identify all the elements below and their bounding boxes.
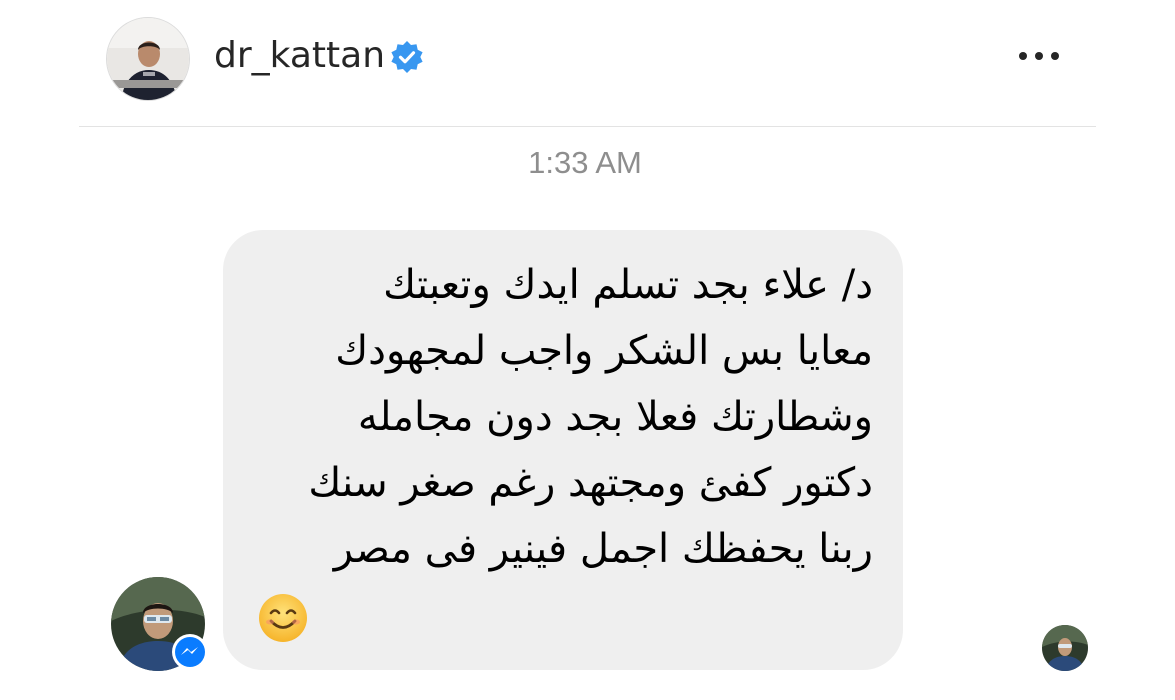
message-line: دكتور كفئ ومجتهد رغم صغر سنك [308, 460, 873, 506]
message-line: د/ علاء بجد تسلم ايدك وتعبتك [383, 262, 873, 308]
messenger-icon [172, 634, 208, 670]
message-line: معايا بس الشكر واجب لمجهودك [335, 328, 873, 374]
more-horizontal-icon[interactable] [1015, 42, 1063, 70]
message-bubble[interactable]: د/ علاء بجد تسلم ايدك وتعبتك معايا بس ال… [223, 230, 903, 670]
message-text: د/ علاء بجد تسلم ايدك وتعبتك معايا بس ال… [253, 252, 873, 582]
header-divider [79, 126, 1096, 127]
username[interactable]: dr_kattan [214, 34, 385, 78]
message-line: وشطارتك فعلا بجد دون مجامله [357, 394, 873, 440]
seen-avatar [1042, 625, 1088, 671]
verified-badge-icon [391, 41, 423, 73]
message-timestamp: 1:33 AM [528, 145, 642, 180]
profile-avatar[interactable] [106, 17, 190, 101]
smiling-face-icon [259, 594, 307, 642]
chat-header: dr_kattan [0, 0, 1175, 126]
chat-screen: dr_kattan 1:33 AM د/ علاء بجد تسلم ايدك … [0, 0, 1175, 700]
message-line: ربنا يحفظك اجمل فينير فى مصر [333, 526, 873, 572]
